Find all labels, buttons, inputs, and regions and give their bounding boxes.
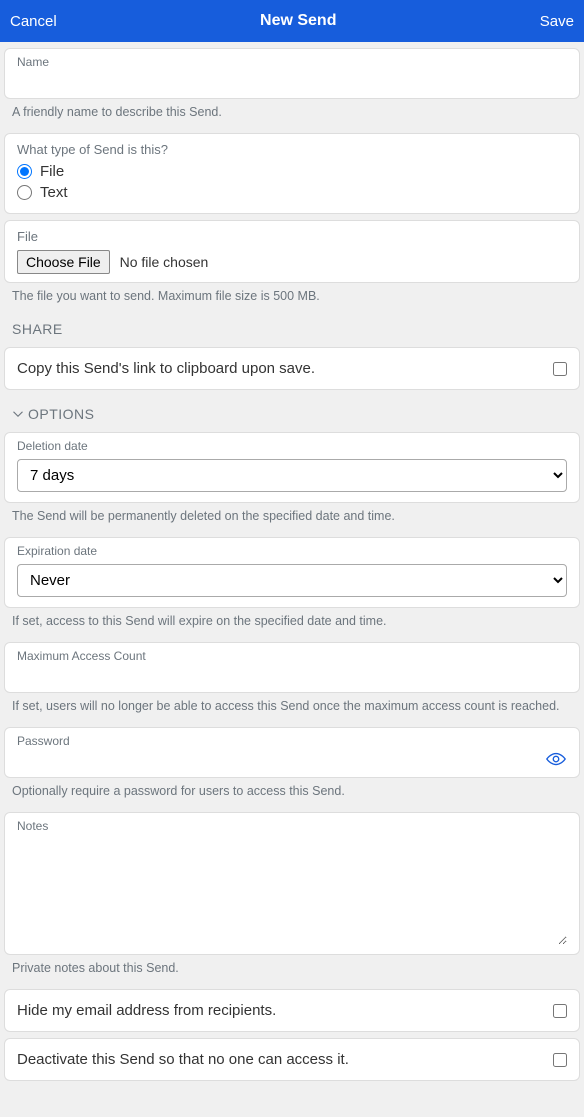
password-help: Optionally require a password for users … [0, 780, 584, 806]
radio-text[interactable]: Text [17, 184, 567, 201]
name-input[interactable] [17, 71, 567, 88]
name-label: Name [17, 55, 567, 69]
deletion-date-help: The Send will be permanently deleted on … [0, 505, 584, 531]
password-label: Password [17, 734, 567, 748]
copy-link-row[interactable]: Copy this Send's link to clipboard upon … [5, 348, 579, 389]
copy-link-checkbox[interactable] [553, 362, 567, 376]
hide-email-checkbox[interactable] [553, 1004, 567, 1018]
options-section-header[interactable]: OPTIONS [0, 396, 584, 426]
file-status: No file chosen [120, 254, 209, 270]
deactivate-label: Deactivate this Send so that no one can … [17, 1051, 349, 1068]
cancel-button[interactable]: Cancel [10, 13, 57, 30]
type-question: What type of Send is this? [17, 142, 567, 157]
name-help: A friendly name to describe this Send. [0, 101, 584, 127]
expiration-date-select[interactable]: Never [17, 564, 567, 597]
eye-icon[interactable] [545, 751, 567, 767]
hide-email-label: Hide my email address from recipients. [17, 1002, 276, 1019]
page-title: New Send [260, 12, 336, 30]
hide-email-row[interactable]: Hide my email address from recipients. [5, 990, 579, 1031]
notes-textarea[interactable] [17, 835, 567, 945]
copy-link-label: Copy this Send's link to clipboard upon … [17, 360, 315, 377]
deactivate-row[interactable]: Deactivate this Send so that no one can … [5, 1039, 579, 1080]
radio-text-input[interactable] [17, 185, 32, 200]
max-access-label: Maximum Access Count [17, 649, 567, 663]
deletion-date-label: Deletion date [17, 439, 567, 453]
choose-file-button[interactable]: Choose File [17, 250, 110, 274]
file-help: The file you want to send. Maximum file … [0, 285, 584, 311]
max-access-help: If set, users will no longer be able to … [0, 695, 584, 721]
radio-file[interactable]: File [17, 163, 567, 180]
expiration-date-label: Expiration date [17, 544, 567, 558]
radio-file-input[interactable] [17, 164, 32, 179]
file-label: File [17, 229, 567, 244]
header-bar: Cancel New Send Save [0, 0, 584, 42]
deletion-date-select[interactable]: 7 days [17, 459, 567, 492]
notes-label: Notes [17, 819, 567, 833]
save-button[interactable]: Save [540, 13, 574, 30]
deactivate-checkbox[interactable] [553, 1053, 567, 1067]
chevron-down-icon [12, 408, 24, 420]
radio-text-label: Text [40, 184, 68, 201]
expiration-date-help: If set, access to this Send will expire … [0, 610, 584, 636]
radio-file-label: File [40, 163, 64, 180]
share-section-header: SHARE [0, 311, 584, 341]
notes-help: Private notes about this Send. [0, 957, 584, 983]
max-access-input[interactable] [17, 665, 567, 682]
password-input[interactable] [17, 750, 537, 767]
